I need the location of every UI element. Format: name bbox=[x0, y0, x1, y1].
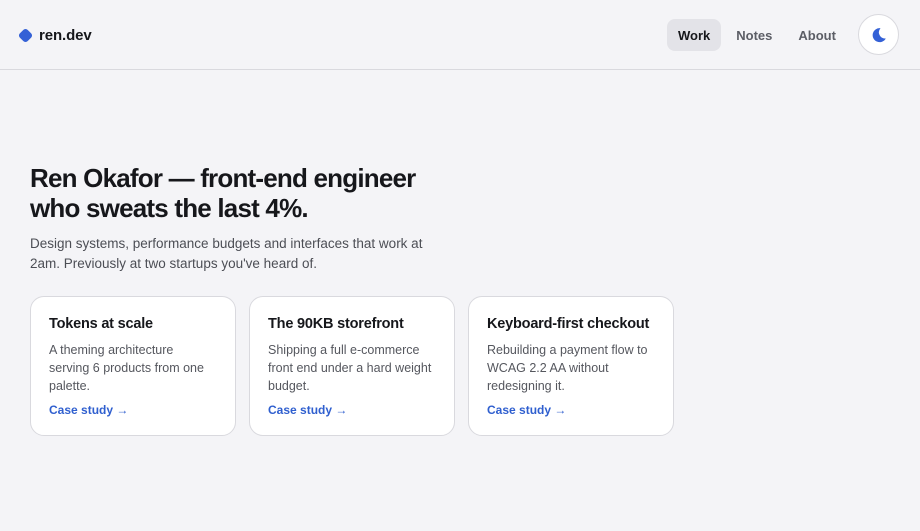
nav-item-notes[interactable]: Notes bbox=[725, 19, 783, 51]
hero-title: Ren Okafor — front-end engineer who swea… bbox=[30, 163, 450, 223]
card-title: The 90KB storefront bbox=[268, 316, 404, 332]
card-description: A theming architecture serving 6 product… bbox=[49, 343, 204, 393]
brand-logo-link[interactable]: ren.dev bbox=[17, 25, 92, 45]
nav-item-work[interactable]: Work bbox=[667, 19, 722, 51]
case-study-link[interactable]: Case study → bbox=[49, 403, 128, 417]
brand-diamond-icon bbox=[17, 27, 34, 43]
hero-title-line-1: Ren Okafor — front-end engineer bbox=[30, 163, 416, 193]
case-study-link[interactable]: Case study → bbox=[487, 403, 566, 417]
card-description: Rebuilding a payment flow to WCAG 2.2 AA… bbox=[487, 343, 648, 393]
case-study-cards: Tokens at scale A theming architecture s… bbox=[30, 296, 674, 436]
case-study-card: The 90KB storefront Shipping a full e-co… bbox=[249, 296, 455, 436]
half-moon-icon bbox=[872, 27, 886, 42]
nav-item-about[interactable]: About bbox=[787, 19, 847, 51]
theme-toggle-button[interactable] bbox=[858, 14, 899, 55]
main-nav: Work Notes About bbox=[667, 19, 847, 51]
case-study-card: Tokens at scale A theming architecture s… bbox=[30, 296, 236, 436]
card-title: Keyboard-first checkout bbox=[487, 316, 650, 332]
hero-subtitle: Design systems, performance budgets and … bbox=[30, 236, 423, 271]
card-description: Shipping a full e-commerce front end und… bbox=[268, 343, 432, 393]
hero-section: Ren Okafor — front-end engineer who swea… bbox=[30, 163, 450, 274]
case-study-link[interactable]: Case study → bbox=[268, 403, 347, 417]
top-bar: ren.dev Work Notes About bbox=[0, 0, 920, 70]
hero-title-line-2: who sweats the last 4%. bbox=[30, 193, 309, 223]
brand-name: ren.dev bbox=[39, 26, 92, 44]
card-title: Tokens at scale bbox=[49, 316, 153, 332]
case-study-card: Keyboard-first checkout Rebuilding a pay… bbox=[468, 296, 674, 436]
